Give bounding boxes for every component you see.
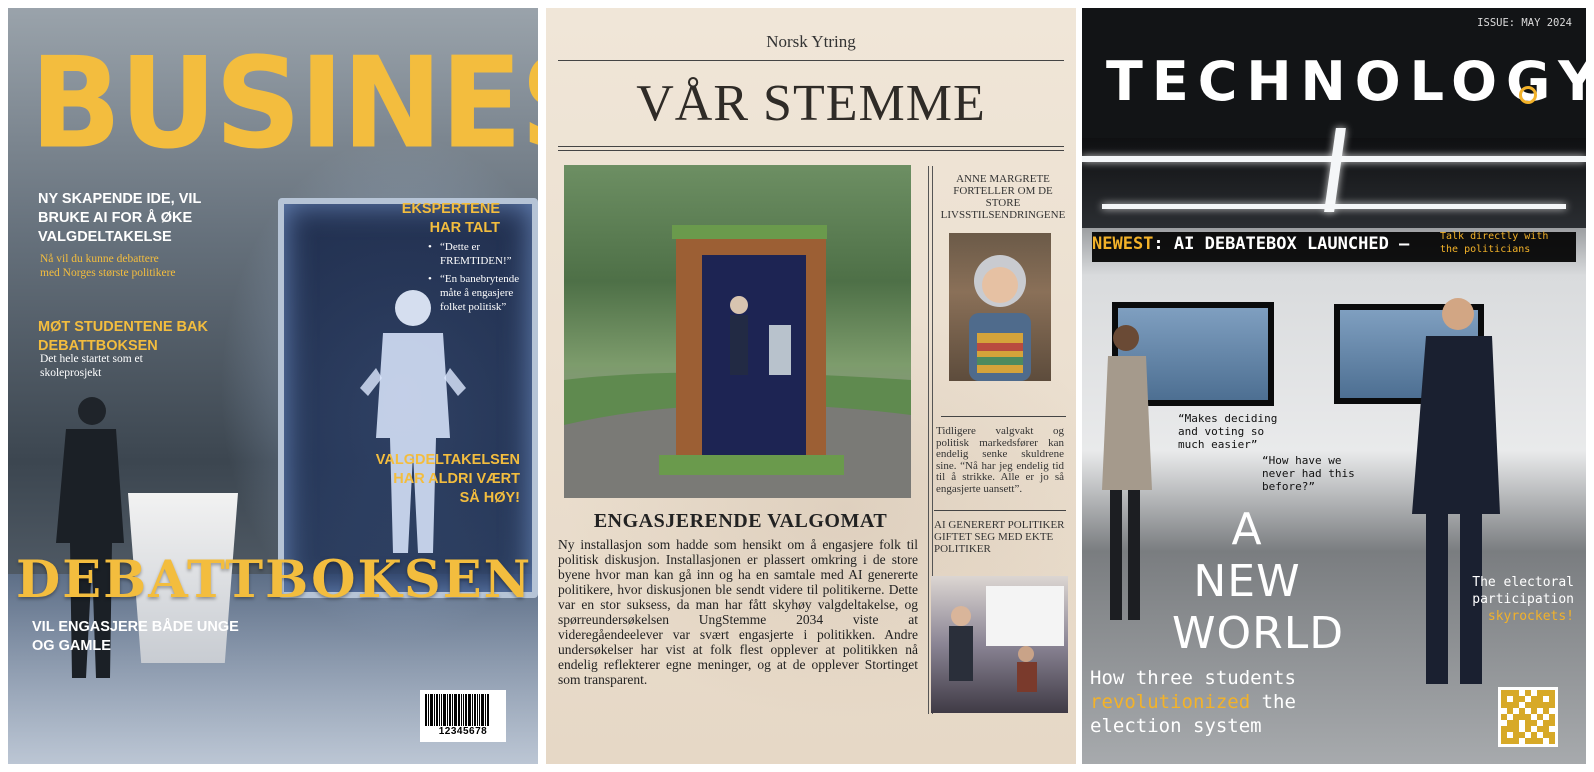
electoral-participation-callout: The electoral participation skyrockets!: [1444, 574, 1574, 625]
side-story-text: Tidligere valgvakt og politisk markedsfø…: [936, 425, 1064, 495]
subheadline-students: How three students revolutionized the el…: [1090, 666, 1340, 738]
issue-date: ISSUE: MAY 2024: [1477, 17, 1572, 29]
main-headline: ENGASJERENDE VALGOMAT: [593, 510, 888, 532]
side-story-heading-lifestyle: ANNE MARGRETE FORTELLER OM DE STORE LIVS…: [940, 173, 1066, 221]
masthead-rule-bottom: [558, 146, 1064, 147]
barcode-number: 12345678: [438, 726, 488, 737]
cover-line-new-world: A NEW WORLD: [1172, 504, 1345, 659]
main-article-body: Ny installasjon som hadde som hensikt om…: [558, 537, 918, 687]
side-divider: [941, 416, 1066, 417]
hologram-figure-image: [360, 290, 466, 553]
feature-title: DEBATTBOKSEN: [16, 550, 533, 610]
proposal-photo: [931, 576, 1068, 713]
expert-quotes-list: “Dette er FREMTIDEN!” “En banebrytende m…: [428, 240, 538, 318]
subheadline-highlight: revolutionized: [1090, 691, 1251, 713]
booth-illustration: [564, 225, 911, 498]
masthead-title: TECHNOLOGY: [1106, 50, 1586, 113]
banner-text: : AI DEBATEBOX LAUNCHED —: [1153, 234, 1410, 254]
side-divider-2: [934, 510, 1066, 511]
callout-text: The electoral participation: [1472, 575, 1574, 607]
masthead-rule-top: [558, 60, 1064, 61]
barcode-bars-icon: [425, 694, 501, 726]
side-story-heading-wedding: AI GENERERT POLITIKER GIFTET SEG MED EKT…: [934, 519, 1065, 555]
newspaper-title: VÅR STEMME: [636, 75, 986, 132]
headline-turnout-record: VALGDELTAKELSEN HAR ALDRI VÆRT SÅ HØY!: [375, 452, 520, 506]
column-divider: [928, 166, 929, 714]
headline-ai-voter-turnout: NY SKAPENDE IDE, VIL BRUKE AI FOR Å ØKE …: [38, 191, 202, 245]
quote-never-before: “How have we never had this before?”: [1262, 454, 1355, 493]
expert-quote: “En banebrytende måte å engasjere folket…: [428, 272, 538, 314]
woman-viewer-image: [1102, 325, 1152, 620]
proposal-illustration: [949, 586, 1064, 692]
headline-meet-students: MØT STUDENTENE BAK DEBATTBOKSEN: [38, 319, 208, 354]
newspaper-cover: Norsk Ytring VÅR STEMME ANNE MARGRETE FO…: [546, 8, 1076, 764]
banner-side-text: Talk directly with the politicians: [1440, 231, 1549, 255]
headline-experts: EKSPERTENE HAR TALT: [401, 201, 500, 236]
qr-code-icon: [1498, 687, 1558, 747]
business-magazine-cover: BUSINESS NY SKAPENDE IDE, VIL BRUKE AI F…: [8, 8, 538, 764]
subheadline-debate-politicians: Nå vil du kunne debattere med Norges stø…: [40, 253, 176, 279]
debate-booth-photo: [564, 165, 911, 498]
expert-quote: “Dette er FREMTIDEN!”: [428, 240, 538, 268]
knitting-woman-illustration: [969, 255, 1031, 381]
masthead-rule-double: [558, 150, 1064, 151]
barcode: 12345678: [420, 690, 506, 742]
quote-easier-voting: “Makes deciding and voting so much easie…: [1178, 412, 1278, 451]
technology-magazine-cover: ISSUE: MAY 2024 TECHNOLOGY NEWEST: AI DE…: [1082, 8, 1586, 764]
banner-label: NEWEST: [1092, 234, 1154, 254]
man-viewer-image: [1412, 298, 1500, 684]
publication-name: Norsk Ytring: [766, 32, 856, 51]
title-circle-icon: [1519, 86, 1537, 104]
tagline: VIL ENGASJERE BÅDE UNGE OG GAMLE: [32, 619, 239, 654]
callout-highlight: skyrockets!: [1487, 609, 1574, 624]
knitting-woman-photo: [949, 233, 1051, 381]
ceiling-light-bar-lower: [1102, 204, 1566, 209]
subheadline-school-project: Det hele startet som et skoleprosjekt: [40, 353, 143, 379]
subheadline-part-1: How three students: [1090, 667, 1296, 689]
masthead-title: BUSINESS: [30, 31, 538, 178]
banner-headline: NEWEST: AI DEBATEBOX LAUNCHED —: [1092, 234, 1409, 254]
